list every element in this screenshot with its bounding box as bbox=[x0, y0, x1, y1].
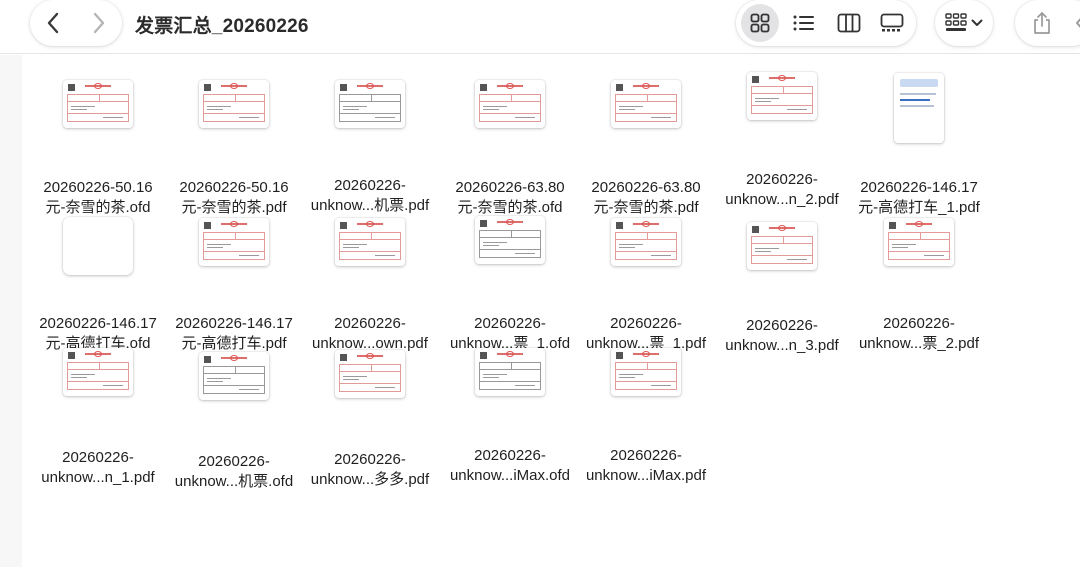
file-name-line-1: 20260226- bbox=[334, 315, 406, 332]
file-name[interactable]: 20260226- unknow...多多.pdf bbox=[298, 450, 442, 490]
file-icon[interactable] bbox=[714, 60, 850, 132]
file-name[interactable]: 20260226- unknow...n_3.pdf bbox=[710, 316, 854, 356]
file-icon[interactable] bbox=[714, 210, 850, 282]
file-name-line-2: unknow...iMax.ofd bbox=[449, 467, 571, 484]
file-icon[interactable] bbox=[166, 340, 302, 412]
navigation-controls bbox=[30, 0, 122, 46]
file-name-line-1: 20260226- bbox=[334, 177, 406, 194]
file-name[interactable]: 20260226- unknow...iMax.ofd bbox=[438, 446, 582, 486]
back-button[interactable] bbox=[30, 0, 76, 46]
file-thumbnail bbox=[611, 80, 681, 128]
file-name[interactable]: 20260226- unknow...n_1.pdf bbox=[26, 448, 170, 488]
file-thumbnail bbox=[475, 216, 545, 264]
file-name-line-1: 20260226-50.16 bbox=[179, 179, 289, 196]
chevron-left-icon bbox=[1076, 18, 1080, 28]
file-icon[interactable] bbox=[302, 338, 438, 410]
file-thumbnail bbox=[335, 80, 405, 128]
file-name-line-1: 20260226- bbox=[746, 171, 818, 188]
file-name-line-1: 20260226- bbox=[334, 451, 406, 468]
file-icon[interactable] bbox=[166, 206, 302, 278]
file-icon[interactable] bbox=[30, 68, 166, 140]
file-icon[interactable] bbox=[578, 336, 714, 408]
file-name-line-1: 20260226- bbox=[883, 315, 955, 332]
file-icon[interactable] bbox=[442, 204, 578, 276]
file-icon[interactable] bbox=[302, 68, 438, 140]
chevron-right-icon bbox=[93, 12, 105, 34]
grid-view-button[interactable] bbox=[741, 4, 779, 42]
file-icon[interactable] bbox=[578, 68, 714, 140]
file-thumbnail bbox=[63, 80, 133, 128]
file-thumbnail bbox=[611, 348, 681, 396]
file-icon[interactable] bbox=[851, 206, 987, 278]
file-thumbnail bbox=[894, 73, 944, 143]
finder-toolbar: 发票汇总_20260226 bbox=[0, 0, 1080, 54]
group-by-icon bbox=[945, 13, 967, 31]
file-name-line-1: 20260226-63.80 bbox=[455, 179, 565, 196]
list-view-button[interactable] bbox=[785, 4, 823, 42]
file-name-line-1: 20260226- bbox=[474, 315, 546, 332]
toolbar-overflow-button[interactable] bbox=[1065, 4, 1080, 42]
file-name-line-1: 20260226- bbox=[746, 317, 818, 334]
file-name-line-1: 20260226- bbox=[198, 453, 270, 470]
file-name-line-1: 20260226-146.17 bbox=[175, 315, 293, 332]
file-icon[interactable] bbox=[442, 336, 578, 408]
file-name-line-1: 20260226-50.16 bbox=[43, 179, 153, 196]
file-thumbnail bbox=[335, 350, 405, 398]
file-name-line-2: unknow...n_2.pdf bbox=[725, 191, 839, 208]
file-name-line-2: unknow...n_1.pdf bbox=[41, 469, 155, 486]
file-name-line-1: 20260226- bbox=[474, 447, 546, 464]
file-icon[interactable] bbox=[30, 336, 166, 408]
column-view-button[interactable] bbox=[830, 4, 868, 42]
chevron-down-icon bbox=[971, 19, 983, 26]
file-name-line-1: 20260226-63.80 bbox=[591, 179, 701, 196]
file-thumbnail bbox=[475, 348, 545, 396]
file-name[interactable]: 20260226- unknow...机票.ofd bbox=[162, 452, 306, 492]
column-view-icon bbox=[837, 13, 861, 33]
file-icon[interactable] bbox=[578, 206, 714, 278]
gallery-view-button[interactable] bbox=[873, 4, 911, 42]
file-thumbnail bbox=[747, 222, 817, 270]
group-by-button[interactable] bbox=[935, 0, 993, 46]
file-thumbnail bbox=[335, 218, 405, 266]
file-name-line-2: unknow...iMax.pdf bbox=[585, 467, 707, 484]
file-name-line-2: unknow...机票.ofd bbox=[174, 473, 294, 490]
forward-button[interactable] bbox=[76, 0, 122, 46]
sidebar-edge bbox=[0, 55, 22, 567]
file-icon[interactable] bbox=[442, 68, 578, 140]
file-thumbnail bbox=[747, 72, 817, 120]
file-icon[interactable] bbox=[302, 206, 438, 278]
file-name-line-1: 20260226- bbox=[610, 315, 682, 332]
gallery-view-icon bbox=[880, 13, 904, 32]
file-thumbnail bbox=[475, 80, 545, 128]
share-controls bbox=[1015, 0, 1080, 46]
file-name[interactable]: 20260226- unknow...n_2.pdf bbox=[710, 170, 854, 210]
file-icon[interactable] bbox=[851, 72, 987, 144]
file-thumbnail bbox=[884, 218, 954, 266]
file-thumbnail bbox=[611, 218, 681, 266]
file-thumbnail bbox=[63, 348, 133, 396]
file-name[interactable]: 20260226- unknow...iMax.pdf bbox=[574, 446, 718, 486]
grid-view-icon bbox=[750, 13, 770, 33]
file-name[interactable]: 20260226- unknow...票_2.pdf bbox=[847, 314, 991, 354]
file-name-line-2: unknow...票_2.pdf bbox=[858, 335, 980, 352]
window-title: 发票汇总_20260226 bbox=[135, 16, 309, 37]
file-thumbnail bbox=[199, 352, 269, 400]
file-name-line-2: unknow...多多.pdf bbox=[310, 471, 430, 488]
file-name-line-1: 20260226- bbox=[610, 447, 682, 464]
file-name-line-1: 20260226- bbox=[62, 449, 134, 466]
share-button[interactable] bbox=[1023, 4, 1061, 42]
file-thumbnail bbox=[63, 217, 133, 275]
file-icon[interactable] bbox=[30, 210, 166, 282]
file-name-line-2: unknow...n_3.pdf bbox=[725, 337, 839, 354]
file-name-line-1: 20260226-146.17 bbox=[39, 315, 157, 332]
list-view-icon bbox=[793, 15, 814, 31]
share-icon bbox=[1034, 12, 1050, 34]
file-thumbnail bbox=[199, 80, 269, 128]
file-thumbnail bbox=[199, 218, 269, 266]
view-switcher bbox=[736, 0, 916, 46]
file-name-line-1: 20260226-146.17 bbox=[860, 179, 978, 196]
chevron-left-icon bbox=[47, 12, 59, 34]
file-icon[interactable] bbox=[166, 68, 302, 140]
